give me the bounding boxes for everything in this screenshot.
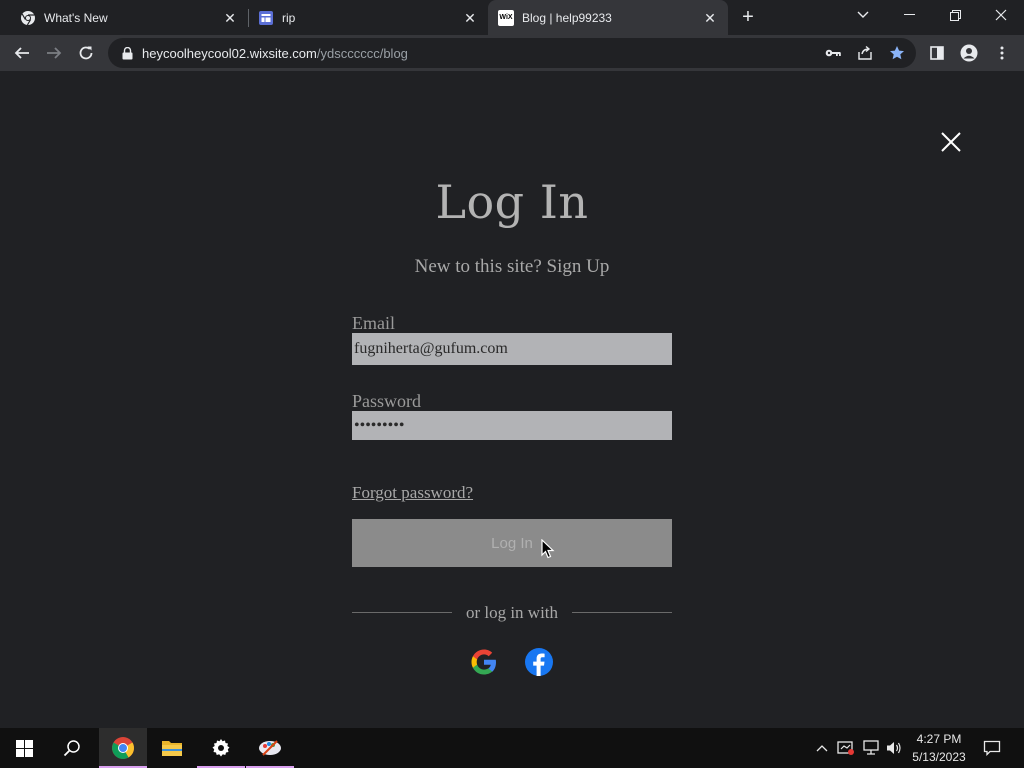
forward-button[interactable]: [40, 39, 68, 67]
start-button[interactable]: [0, 728, 48, 768]
browser-toolbar: heycoolheycool02.wixsite.com/ydscccccc/b…: [0, 35, 1024, 71]
settings-gear-icon[interactable]: [197, 728, 245, 768]
tab-strip: What's New ✕ rip ✕ WiX Blog | help99233 …: [0, 0, 1024, 35]
address-bar[interactable]: heycoolheycool02.wixsite.com/ydscccccc/b…: [108, 38, 916, 68]
restore-button[interactable]: [932, 0, 978, 30]
search-icon[interactable]: [48, 728, 96, 768]
profile-icon[interactable]: [959, 43, 979, 63]
system-clock[interactable]: 4:27 PM 5/13/2023: [906, 730, 972, 766]
close-window-button[interactable]: [978, 0, 1024, 30]
email-label: Email: [352, 313, 395, 333]
mouse-cursor-icon: [541, 538, 555, 559]
back-button[interactable]: [8, 39, 36, 67]
side-panel-icon[interactable]: [927, 43, 947, 63]
volume-icon[interactable]: [884, 738, 904, 758]
facebook-login-icon[interactable]: [524, 647, 554, 677]
url-text: heycoolheycool02.wixsite.com/ydscccccc/b…: [142, 45, 408, 61]
menu-kebab-icon[interactable]: [992, 43, 1012, 63]
new-tab-button[interactable]: +: [737, 6, 759, 28]
tab-search-chevron-icon[interactable]: [840, 0, 886, 30]
bookmark-star-icon[interactable]: [889, 45, 905, 61]
security-tray-icon[interactable]: [836, 738, 856, 758]
show-hidden-icons-chevron-icon[interactable]: [812, 738, 832, 758]
wix-icon: WiX: [498, 9, 514, 26]
reload-button[interactable]: [72, 39, 100, 67]
password-label: Password: [352, 391, 422, 411]
email-field[interactable]: [352, 333, 672, 365]
close-dialog-icon[interactable]: [940, 131, 962, 153]
minimize-button[interactable]: [886, 0, 932, 30]
divider-right: [572, 612, 672, 613]
paint-app-icon[interactable]: [246, 728, 294, 768]
clock-time: 4:27 PM: [916, 732, 962, 746]
tab-close-icon[interactable]: ✕: [702, 10, 718, 26]
tab-title: rip: [282, 10, 296, 25]
file-explorer-icon[interactable]: [148, 728, 196, 768]
share-icon[interactable]: [857, 45, 873, 61]
clock-date: 5/13/2023: [912, 750, 966, 764]
login-page: Log In New to this site? Sign Up Email P…: [0, 71, 1024, 728]
signup-prompt: New to this site? Sign Up: [0, 256, 1024, 278]
forms-icon: [258, 10, 274, 26]
forgot-password-link[interactable]: Forgot password?: [352, 483, 473, 503]
windows-taskbar: 4:27 PM 5/13/2023: [0, 728, 1024, 768]
new-to-site-text: New to this site?: [414, 256, 542, 277]
tab-whats-new[interactable]: What's New ✕: [0, 0, 248, 35]
tab-close-icon[interactable]: ✕: [222, 10, 238, 26]
key-icon[interactable]: [825, 45, 841, 61]
sign-up-link[interactable]: Sign Up: [547, 256, 610, 277]
taskbar-chrome[interactable]: [99, 728, 147, 768]
lock-icon[interactable]: [120, 46, 134, 60]
tab-title: What's New: [44, 10, 108, 25]
notifications-icon[interactable]: [982, 738, 1002, 758]
password-field[interactable]: [352, 411, 672, 440]
chrome-icon: [20, 10, 36, 26]
page-title: Log In: [435, 175, 589, 229]
or-log-in-with-text: or log in with: [465, 603, 559, 622]
tab-blog[interactable]: WiX Blog | help99233 ✕: [488, 0, 728, 35]
login-button[interactable]: Log In: [352, 519, 672, 567]
network-icon[interactable]: [861, 738, 881, 758]
tab-rip[interactable]: rip ✕: [248, 0, 488, 35]
google-login-icon[interactable]: [469, 647, 499, 677]
tab-close-icon[interactable]: ✕: [462, 10, 478, 26]
tab-title: Blog | help99233: [522, 10, 612, 25]
